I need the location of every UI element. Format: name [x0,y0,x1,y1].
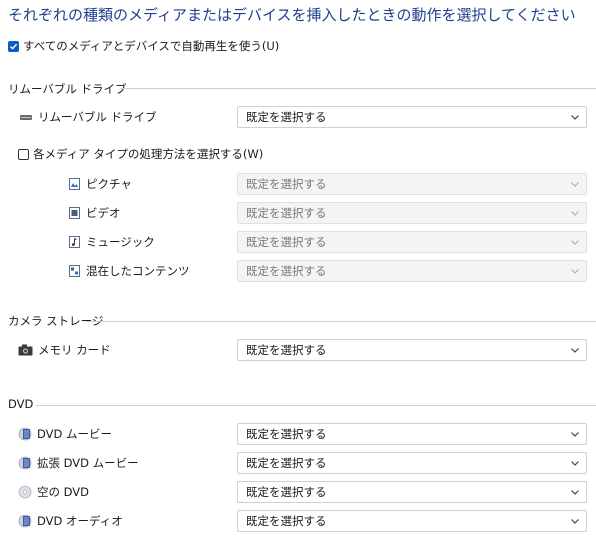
picture-icon [67,177,81,191]
mixed-content-icon [67,264,81,278]
chevron-down-icon [571,519,579,524]
dvd-audio-label: DVD オーディオ [37,514,123,528]
dropdown-value: 既定を選択する [246,177,327,191]
autoplay-settings-page: それぞれの種類のメディアまたはデバイスを挿入したときの動作を選択してください す… [0,0,596,536]
dvd-movie-label: DVD ムービー [37,427,113,441]
dvd-movie-dropdown[interactable]: 既定を選択する [237,423,587,445]
memory-card-row: メモリ カード [18,342,111,358]
section-divider [86,321,596,322]
camera-icon [18,343,33,357]
video-icon [67,206,81,220]
media-label-pictures: ピクチャ [86,177,132,191]
section-divider [120,88,596,89]
per-media-checkbox[interactable]: 各メディア タイプの処理方法を選択する(W) [18,146,263,162]
dropdown-value: 既定を選択する [246,485,327,499]
section-dvd: DVD [8,397,34,411]
dvd-movie-icon [18,427,32,441]
per-media-checkbox-label: 各メディア タイプの処理方法を選択する(W) [33,147,264,161]
blank-dvd-dropdown[interactable]: 既定を選択する [237,481,587,503]
music-dropdown[interactable]: 既定を選択する [237,231,587,253]
dropdown-value: 既定を選択する [246,235,327,249]
chevron-down-icon [571,182,579,187]
checkbox-unchecked-icon[interactable] [18,148,29,160]
chevron-down-icon [571,269,579,274]
removable-drive-label: リムーバブル ドライブ [38,110,157,124]
enhanced-dvd-dropdown[interactable]: 既定を選択する [237,452,587,474]
memory-card-label: メモリ カード [38,343,111,357]
autoplay-checkbox[interactable]: すべてのメディアとデバイスで自動再生を使う(U) [8,38,279,54]
dropdown-value: 既定を選択する [246,206,327,220]
video-dropdown[interactable]: 既定を選択する [237,202,587,224]
enhanced-dvd-row: 拡張 DVD ムービー [18,455,139,471]
music-icon [67,235,81,249]
autoplay-checkbox-label: すべてのメディアとデバイスで自動再生を使う(U) [23,39,280,53]
blank-dvd-label: 空の DVD [37,485,90,499]
dropdown-value: 既定を選択する [246,456,327,470]
memory-card-dropdown[interactable]: 既定を選択する [237,339,587,361]
blank-dvd-icon [18,485,32,499]
mixed-content-dropdown[interactable]: 既定を選択する [237,260,587,282]
chevron-down-icon [571,490,579,495]
dvd-movie-row: DVD ムービー [18,426,112,442]
chevron-down-icon [571,461,579,466]
section-divider [36,405,596,406]
media-row-music: ミュージック [67,234,155,250]
chevron-down-icon [571,211,579,216]
removable-drive-icon [19,110,33,124]
chevron-down-icon [571,115,579,120]
pictures-dropdown[interactable]: 既定を選択する [237,173,587,195]
media-row-video: ビデオ [67,205,121,221]
dvd-audio-dropdown[interactable]: 既定を選択する [237,510,587,532]
blank-dvd-row: 空の DVD [18,484,89,500]
media-label-video: ビデオ [86,206,121,220]
checkbox-checked-icon[interactable] [8,40,19,52]
removable-drive-dropdown[interactable]: 既定を選択する [237,106,587,128]
dropdown-value: 既定を選択する [246,343,327,357]
dropdown-value: 既定を選択する [246,110,327,124]
chevron-down-icon [571,348,579,353]
dvd-audio-row: DVD オーディオ [18,513,123,529]
media-label-mixed: 混在したコンテンツ [86,264,190,278]
removable-drive-row: リムーバブル ドライブ [19,109,157,125]
chevron-down-icon [571,240,579,245]
dropdown-value: 既定を選択する [246,427,327,441]
dropdown-value: 既定を選択する [246,264,327,278]
media-row-pictures: ピクチャ [67,176,132,192]
section-removable-drives: リムーバブル ドライブ [8,82,127,96]
dvd-audio-icon [18,514,32,528]
media-row-mixed: 混在したコンテンツ [67,263,190,279]
chevron-down-icon [571,432,579,437]
enhanced-dvd-label: 拡張 DVD ムービー [37,456,139,470]
page-title: それぞれの種類のメディアまたはデバイスを挿入したときの動作を選択してください [8,6,576,24]
enhanced-dvd-icon [18,456,32,470]
dropdown-value: 既定を選択する [246,514,327,528]
media-label-music: ミュージック [86,235,155,249]
